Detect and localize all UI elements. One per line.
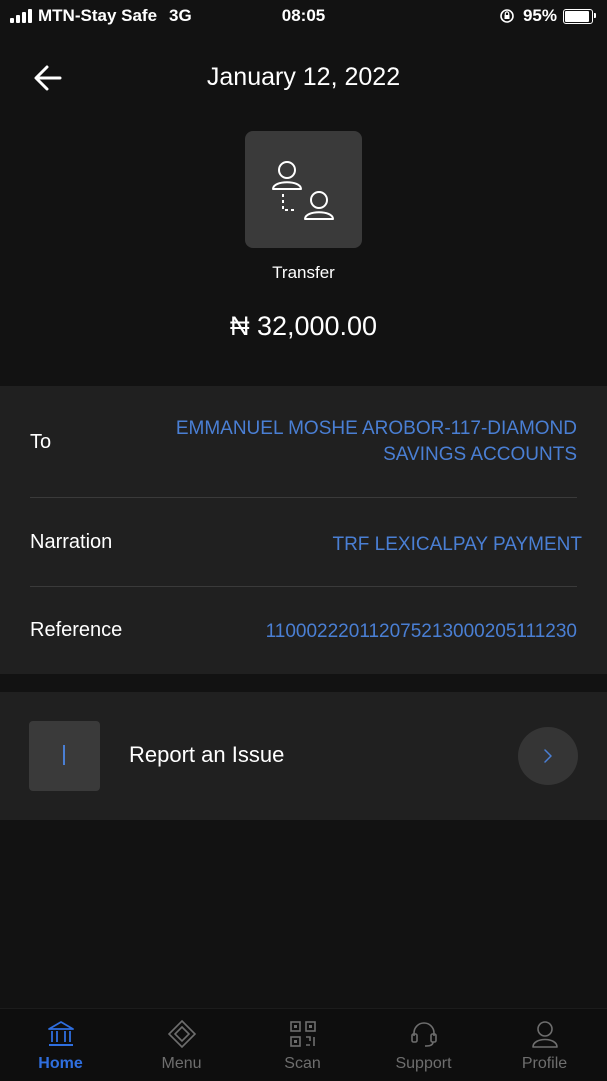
detail-row-reference: Reference 110002220112075213000205111230 — [30, 617, 577, 647]
nav-menu[interactable]: Menu — [121, 1009, 242, 1081]
nav-home[interactable]: Home — [0, 1009, 121, 1081]
nav-label: Support — [395, 1055, 452, 1072]
qr-code-icon — [290, 1021, 316, 1047]
detail-label: To — [30, 431, 52, 453]
detail-row-narration: Narration TRF LEXICALPAY PAYMENT — [30, 529, 582, 559]
transaction-type-tile — [245, 131, 362, 248]
chevron-right-icon — [544, 749, 552, 763]
header: January 12, 2022 — [0, 50, 607, 106]
nav-support[interactable]: Support — [363, 1009, 484, 1081]
nav-profile[interactable]: Profile — [484, 1009, 605, 1081]
detail-value: TRF LEXICALPAY PAYMENT — [332, 534, 582, 555]
report-issue-label: Report an Issue — [129, 742, 285, 767]
battery-icon — [563, 8, 596, 24]
nav-scan[interactable]: Scan — [242, 1009, 363, 1081]
transaction-type: Transfer — [272, 263, 335, 282]
divider — [30, 497, 577, 498]
divider — [30, 586, 577, 587]
detail-value: 110002220112075213000205111230 — [265, 621, 577, 642]
detail-row-to: To EMMANUEL MOSHE AROBOR-117-DIAMOND SAV… — [30, 414, 577, 474]
detail-label: Reference — [30, 619, 123, 641]
menu-diamond-icon — [167, 1019, 197, 1049]
detail-value[interactable]: EMMANUEL MOSHE AROBOR-117-DIAMOND SAVING… — [176, 416, 577, 468]
nav-label: Scan — [284, 1055, 321, 1072]
transaction-amount: ₦ 32,000.00 — [229, 311, 378, 341]
status-right: 95% — [499, 6, 596, 26]
report-issue-row[interactable]: Report an Issue — [0, 692, 607, 820]
orientation-lock-icon — [500, 9, 514, 23]
recipient-line-2: SAVINGS ACCOUNTS — [383, 444, 577, 465]
report-issue-icon — [29, 721, 100, 791]
battery-percent: 95% — [522, 6, 557, 25]
bank-icon — [48, 1021, 74, 1046]
detail-label: Narration — [30, 531, 113, 553]
transfer-users-icon — [272, 161, 334, 220]
recipient-line-1: EMMANUEL MOSHE AROBOR-117-DIAMOND — [175, 418, 577, 439]
page-title: January 12, 2022 — [206, 63, 401, 91]
transaction-details-card: To EMMANUEL MOSHE AROBOR-117-DIAMOND SAV… — [0, 386, 607, 674]
nav-label: Menu — [161, 1055, 202, 1072]
user-icon — [532, 1021, 558, 1048]
nav-label: Profile — [521, 1055, 568, 1072]
report-issue-button[interactable] — [518, 727, 578, 785]
nav-label: Home — [38, 1055, 83, 1072]
status-bar: MTN-Stay Safe 3G 08:05 95% — [0, 0, 607, 32]
headset-icon — [411, 1022, 437, 1047]
bottom-nav: Home Menu Scan Support Profile — [0, 1008, 607, 1081]
